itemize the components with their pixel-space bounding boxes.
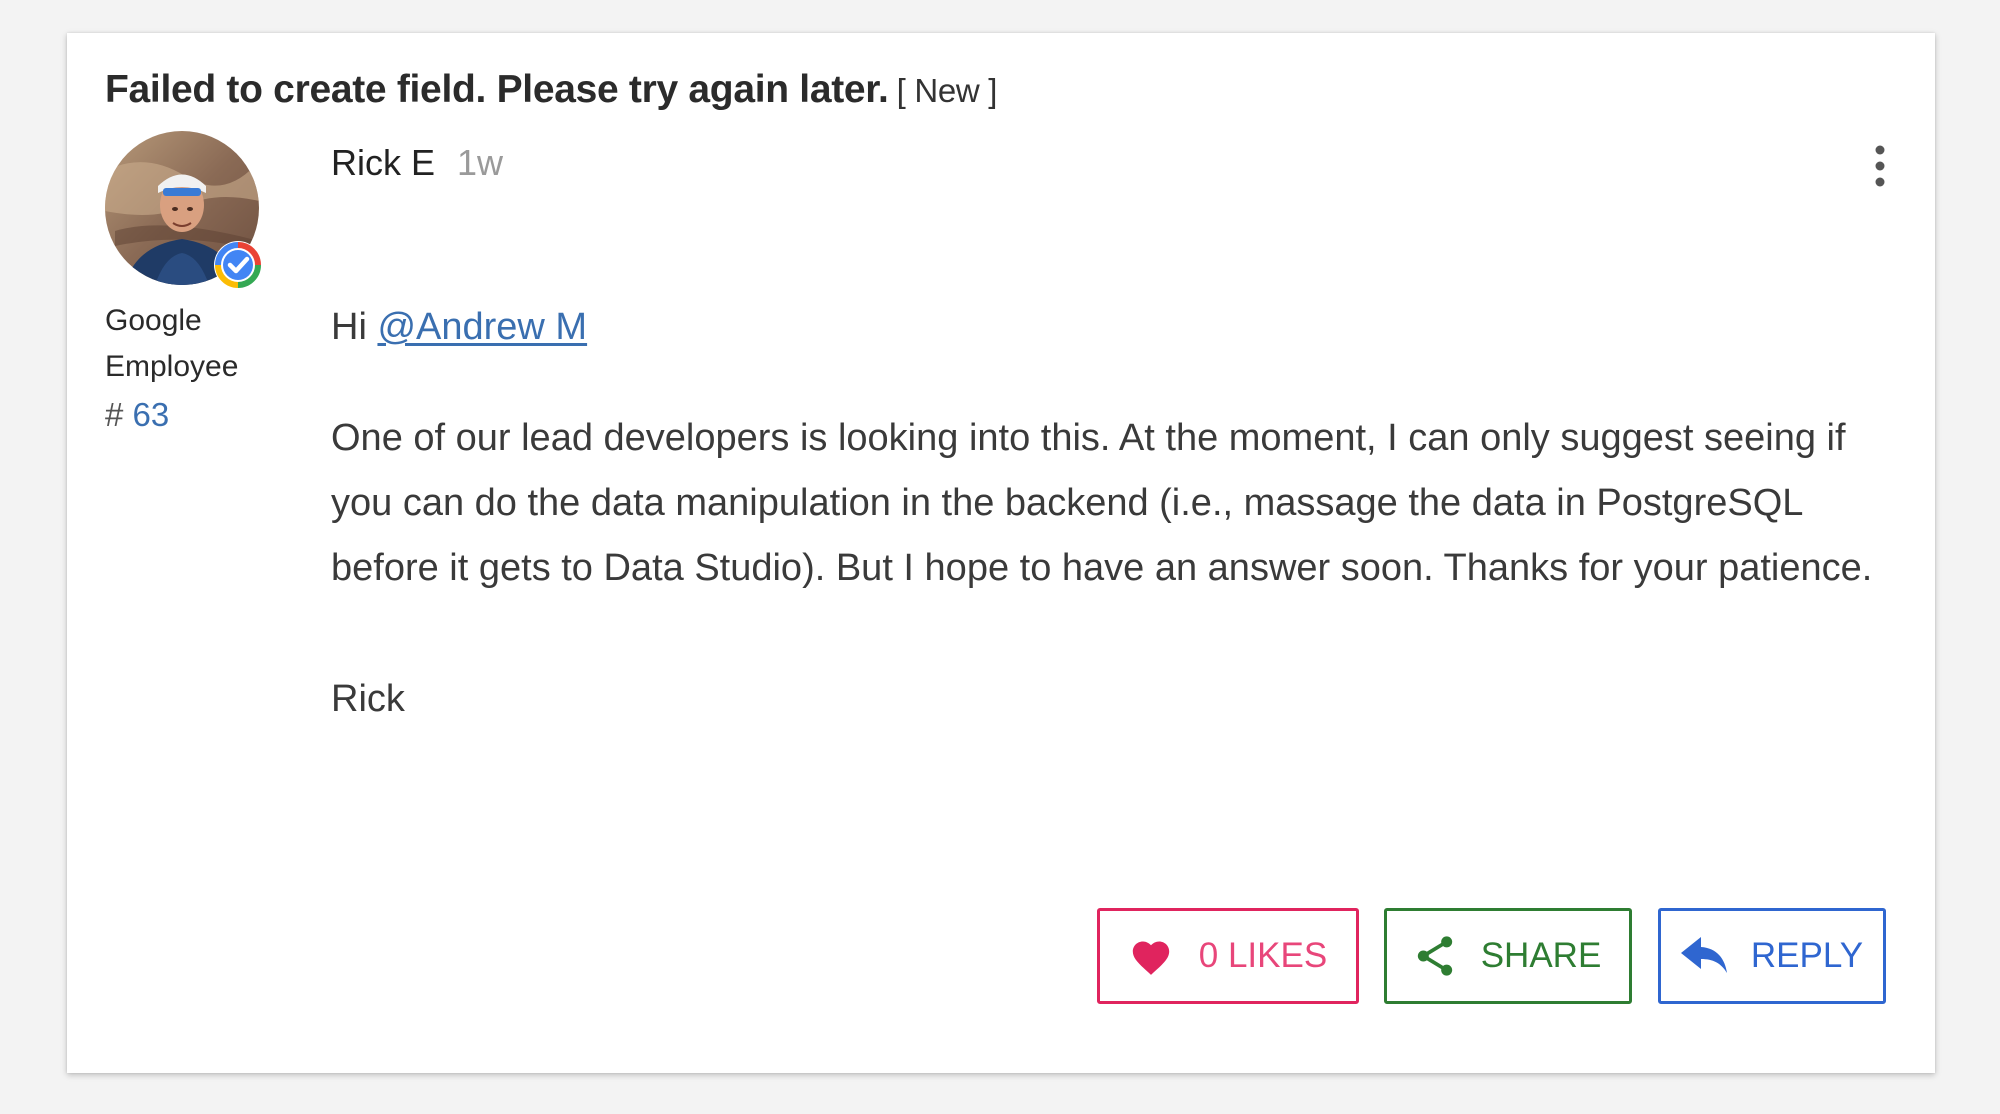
reply-label: REPLY xyxy=(1750,936,1864,975)
post-title-text[interactable]: Failed to create field. Please try again… xyxy=(105,68,889,111)
more-vert-icon[interactable] xyxy=(1862,144,1898,190)
author-name[interactable]: Rick E xyxy=(331,142,435,183)
greeting-prefix: Hi xyxy=(331,306,367,348)
reply-button[interactable]: REPLY xyxy=(1658,908,1886,1004)
share-icon xyxy=(1415,934,1455,978)
author-line: Rick E 1w xyxy=(331,142,503,184)
greeting: Hi @Andrew M xyxy=(331,295,1911,360)
rank-line-2: Employee xyxy=(105,350,239,383)
share-label: SHARE xyxy=(1480,936,1602,975)
post-count-value[interactable]: 63 xyxy=(133,396,170,433)
body-paragraph: One of our lead developers is looking in… xyxy=(331,417,1873,589)
share-button[interactable]: SHARE xyxy=(1384,908,1632,1004)
like-button[interactable]: 0 LIKES xyxy=(1097,908,1359,1004)
rank-line-1: Google xyxy=(105,304,202,337)
mention-link[interactable]: @Andrew M xyxy=(377,306,587,348)
post-time: 1w xyxy=(457,142,504,183)
like-count-label: 0 LIKES xyxy=(1198,936,1328,975)
post-title: Failed to create field. Please try again… xyxy=(105,68,997,112)
author-rank: Google Employee # 63 xyxy=(105,298,238,438)
verified-check-icon xyxy=(213,240,263,290)
post-body: Hi @Andrew M One of our lead developers … xyxy=(331,295,1911,732)
heart-icon xyxy=(1129,936,1173,976)
reply-arrow-icon xyxy=(1680,937,1729,975)
post-count: # 63 xyxy=(105,392,238,438)
post-count-prefix: # xyxy=(105,396,124,433)
signature: Rick xyxy=(331,678,405,720)
status-badge: [ New ] xyxy=(896,72,998,109)
